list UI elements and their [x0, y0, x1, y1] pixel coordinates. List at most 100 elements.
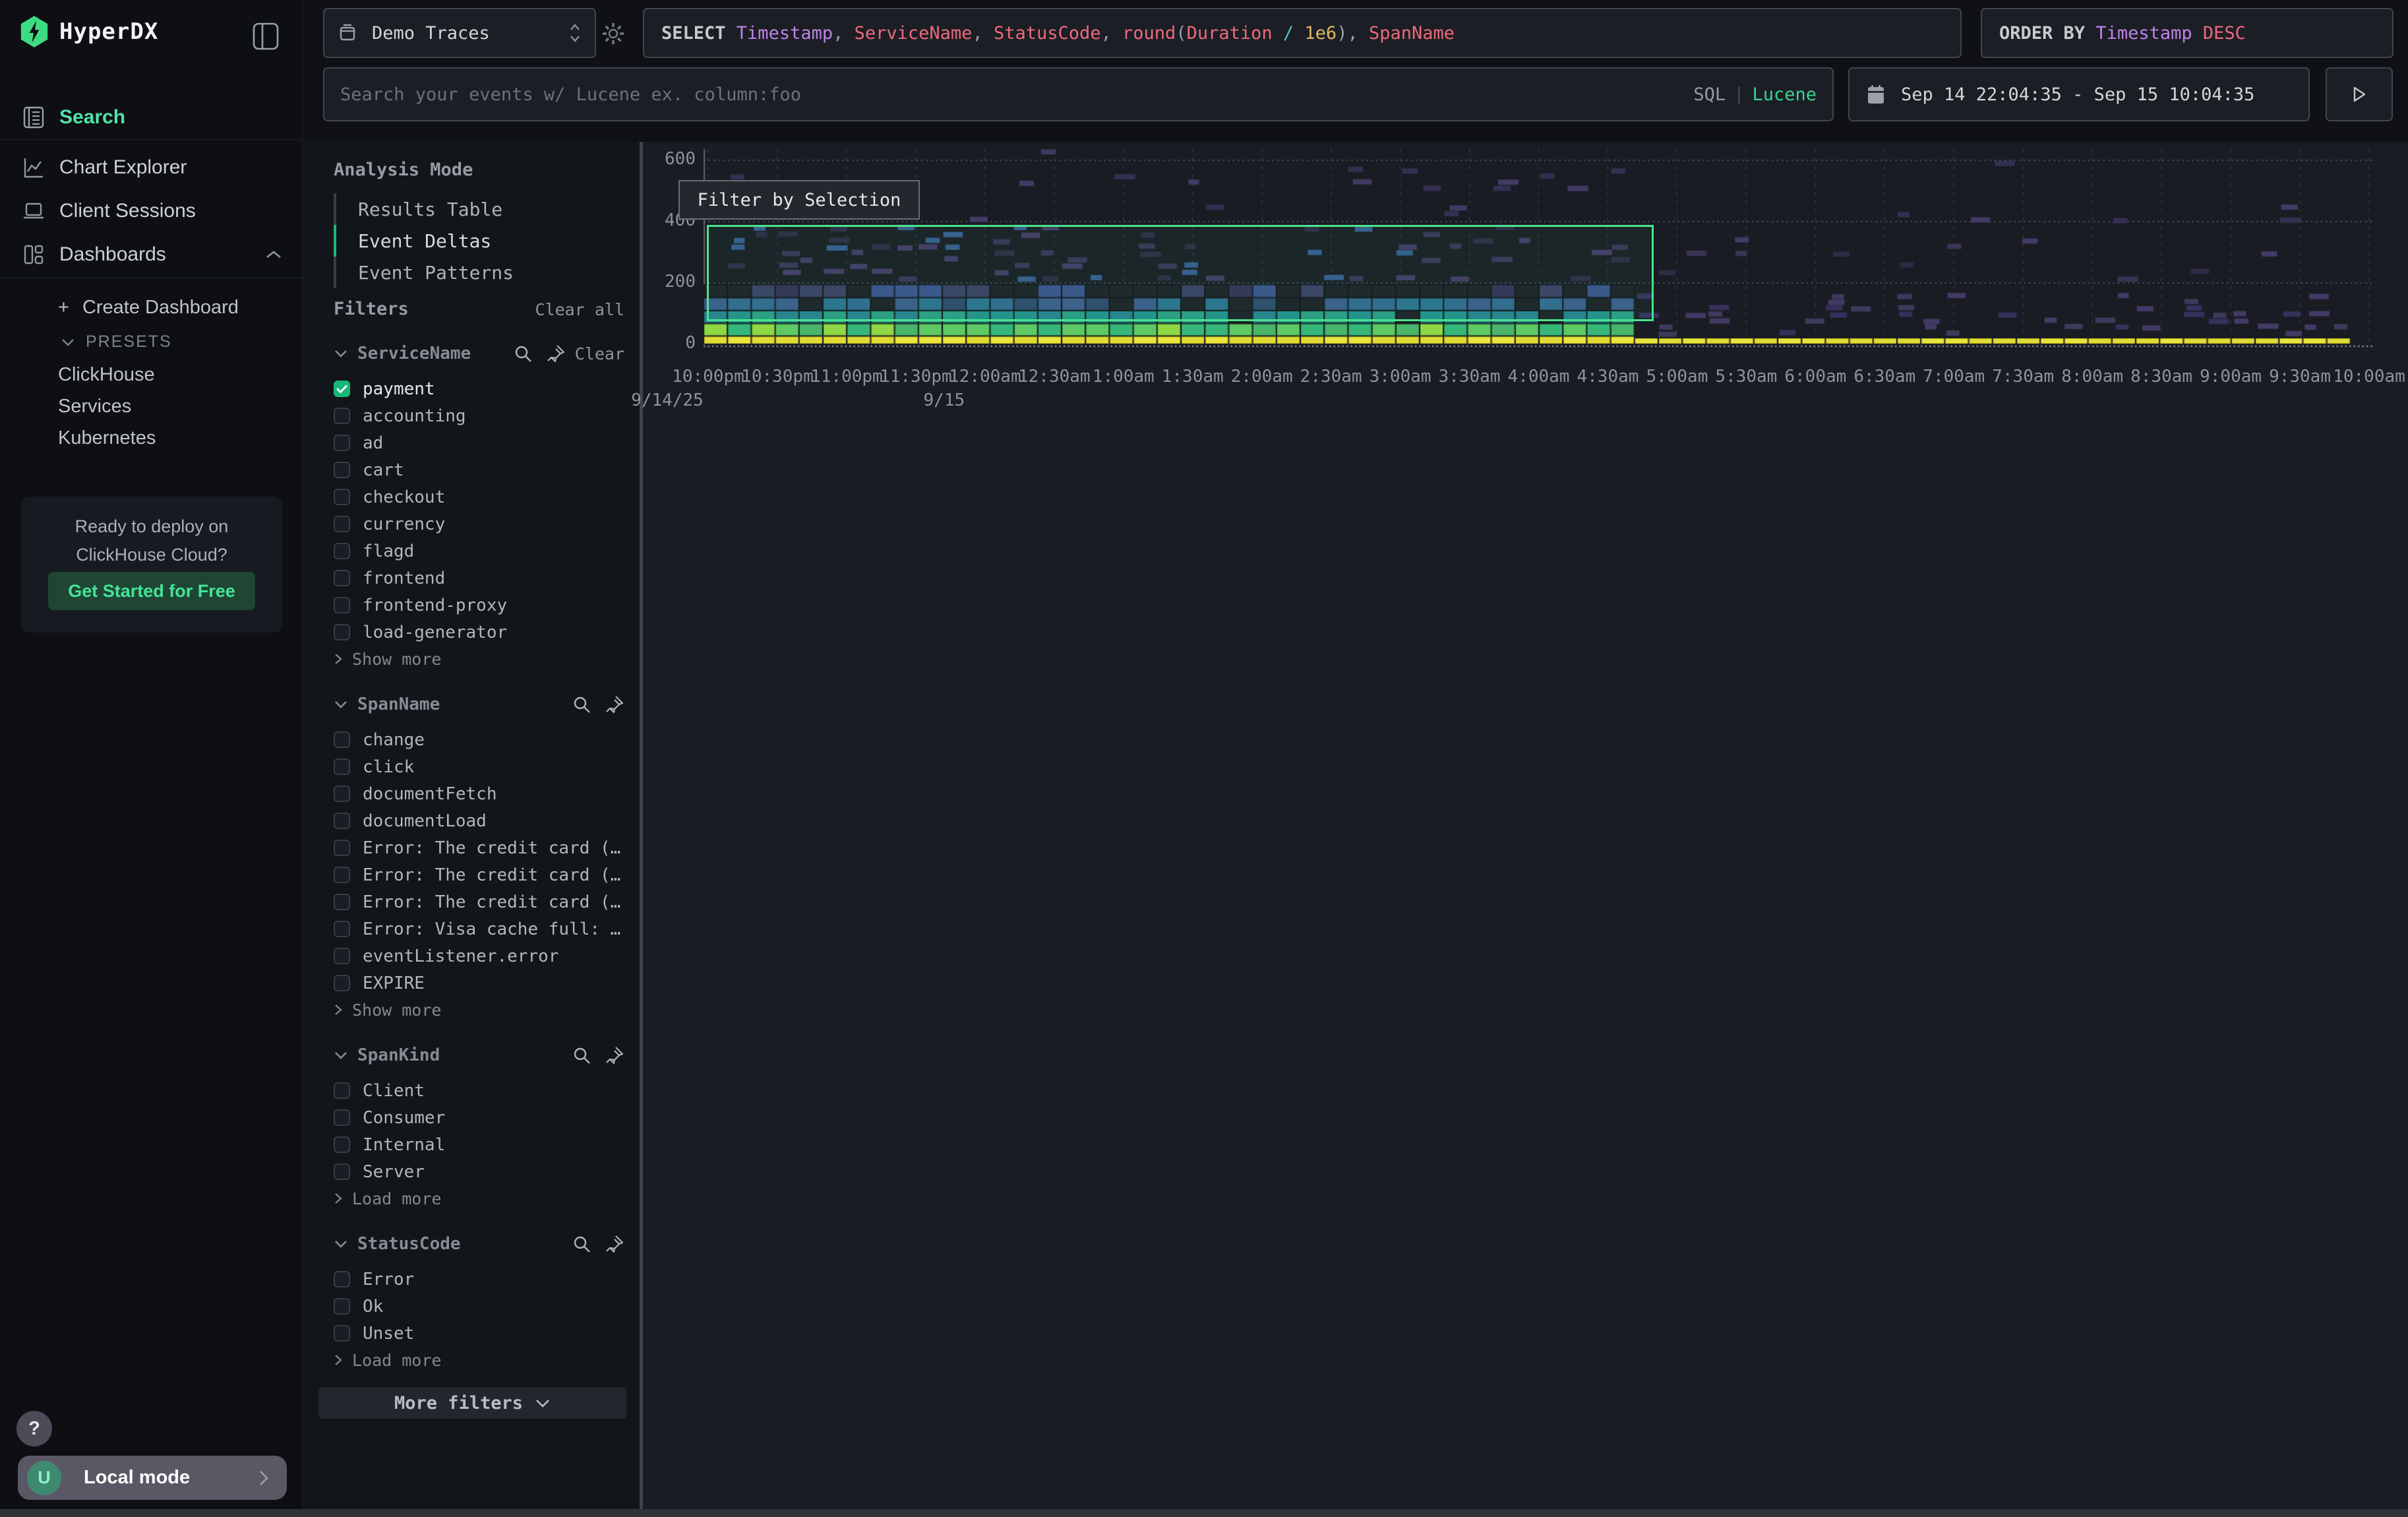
checkbox-unchecked[interactable] [334, 408, 350, 424]
checkbox-unchecked[interactable] [334, 975, 350, 991]
sql-select-editor[interactable]: SELECT Timestamp, ServiceName, StatusCod… [643, 8, 1962, 58]
checkbox-checked[interactable] [334, 381, 350, 397]
filter-option-eventlistener-error[interactable]: eventListener.error [334, 943, 624, 970]
chart-selection-rect[interactable] [707, 225, 1654, 321]
filter-option-accounting[interactable]: accounting [334, 402, 624, 429]
clear-all-button[interactable]: Clear all [535, 300, 624, 319]
sidebar-preset-clickhouse[interactable]: ClickHouse [58, 364, 155, 386]
filter-option-load-generator[interactable]: load-generator [334, 619, 624, 646]
filter-option-ad[interactable]: ad [334, 429, 624, 456]
checkbox-unchecked[interactable] [334, 1136, 350, 1153]
filter-option-currency[interactable]: currency [334, 511, 624, 538]
search-input[interactable]: Search your events w/ Lucene ex. column:… [323, 67, 1834, 121]
checkbox-unchecked[interactable] [334, 543, 350, 559]
sidebar-item-dashboards[interactable]: Dashboards [0, 236, 302, 273]
search-icon[interactable] [572, 1045, 591, 1065]
sidebar-item-search[interactable]: Search [0, 99, 302, 136]
filter-group-title[interactable]: SpanKind [357, 1045, 562, 1065]
get-started-button[interactable]: Get Started for Free [48, 572, 255, 610]
horizontal-scrollbar[interactable] [0, 1509, 2408, 1517]
lang-toggle-lucene[interactable]: Lucene [1752, 84, 1817, 105]
checkbox-unchecked[interactable] [334, 840, 350, 856]
filter-option-internal[interactable]: Internal [334, 1131, 624, 1158]
chevron-down-icon[interactable] [334, 1051, 348, 1060]
search-icon[interactable] [572, 1234, 591, 1254]
show-more-button[interactable]: Show more [334, 997, 624, 1023]
checkbox-unchecked[interactable] [334, 867, 350, 883]
filter-option-flagd[interactable]: flagd [334, 538, 624, 565]
filter-option-frontend[interactable]: frontend [334, 565, 624, 592]
checkbox-unchecked[interactable] [334, 921, 350, 937]
filter-option-client[interactable]: Client [334, 1077, 624, 1104]
checkbox-unchecked[interactable] [334, 758, 350, 775]
checkbox-unchecked[interactable] [334, 1082, 350, 1099]
sidebar-item-chart-explorer[interactable]: Chart Explorer [0, 149, 302, 186]
checkbox-unchecked[interactable] [334, 435, 350, 451]
filter-option-error-visa-cache-full-[interactable]: Error: Visa cache full: … [334, 915, 624, 943]
gear-icon[interactable] [601, 21, 626, 46]
filter-option-server[interactable]: Server [334, 1158, 624, 1185]
checkbox-unchecked[interactable] [334, 948, 350, 964]
pin-icon[interactable] [546, 344, 566, 363]
analysis-mode-results-table[interactable]: Results Table [334, 193, 624, 225]
sidebar-item-client-sessions[interactable]: Client Sessions [0, 193, 302, 230]
presets-toggle[interactable]: PRESETS [61, 332, 172, 352]
sidebar-preset-services[interactable]: Services [58, 396, 131, 418]
filter-option-expire[interactable]: EXPIRE [334, 970, 624, 997]
load-more-button[interactable]: Load more [334, 1185, 624, 1212]
lang-toggle-sql[interactable]: SQL [1693, 84, 1726, 105]
filter-group-title[interactable]: ServiceName [357, 344, 504, 363]
filter-option-payment[interactable]: payment [334, 375, 624, 402]
filter-option-frontend-proxy[interactable]: frontend-proxy [334, 592, 624, 619]
filter-option-documentload[interactable]: documentLoad [334, 807, 624, 834]
analysis-mode-event-deltas[interactable]: Event Deltas [334, 225, 624, 257]
filter-group-title[interactable]: SpanName [357, 695, 562, 714]
filter-option-error[interactable]: Error [334, 1266, 624, 1293]
source-select[interactable]: Demo Traces [323, 8, 596, 58]
checkbox-unchecked[interactable] [334, 570, 350, 586]
checkbox-unchecked[interactable] [334, 731, 350, 748]
create-dashboard-button[interactable]: +Create Dashboard [58, 297, 239, 319]
help-button[interactable]: ? [16, 1411, 52, 1446]
pin-icon[interactable] [605, 1045, 624, 1065]
checkbox-unchecked[interactable] [334, 786, 350, 802]
sidebar-preset-kubernetes[interactable]: Kubernetes [58, 427, 156, 449]
sidebar-collapse-icon[interactable] [253, 22, 279, 50]
checkbox-unchecked[interactable] [334, 1163, 350, 1180]
app-logo[interactable]: HyperDX [20, 16, 158, 47]
filter-option-error-the-credit-card-[interactable]: Error: The credit card (… [334, 888, 624, 915]
filter-by-selection-button[interactable]: Filter by Selection [678, 180, 920, 220]
chevron-down-icon[interactable] [334, 349, 348, 358]
checkbox-unchecked[interactable] [334, 813, 350, 829]
run-query-button[interactable] [2326, 67, 2393, 121]
search-icon[interactable] [572, 695, 591, 714]
filter-option-checkout[interactable]: checkout [334, 483, 624, 511]
filter-option-click[interactable]: click [334, 753, 624, 780]
filter-option-documentfetch[interactable]: documentFetch [334, 780, 624, 807]
filter-option-cart[interactable]: cart [334, 456, 624, 483]
filter-group-title[interactable]: StatusCode [357, 1234, 562, 1254]
clear-group-button[interactable]: Clear [575, 344, 624, 363]
checkbox-unchecked[interactable] [334, 1325, 350, 1342]
analysis-mode-event-patterns[interactable]: Event Patterns [334, 257, 624, 288]
checkbox-unchecked[interactable] [334, 1109, 350, 1126]
checkbox-unchecked[interactable] [334, 1298, 350, 1315]
more-filters-button[interactable]: More filters [318, 1387, 626, 1419]
checkbox-unchecked[interactable] [334, 489, 350, 505]
filter-option-change[interactable]: change [334, 726, 624, 753]
time-range-picker[interactable]: Sep 14 22:04:35 - Sep 15 10:04:35 [1848, 67, 2310, 121]
chevron-down-icon[interactable] [334, 1239, 348, 1249]
checkbox-unchecked[interactable] [334, 894, 350, 910]
checkbox-unchecked[interactable] [334, 516, 350, 532]
filter-option-unset[interactable]: Unset [334, 1320, 624, 1347]
checkbox-unchecked[interactable] [334, 1271, 350, 1287]
checkbox-unchecked[interactable] [334, 462, 350, 478]
search-icon[interactable] [513, 344, 533, 363]
show-more-button[interactable]: Show more [334, 646, 624, 672]
chevron-down-icon[interactable] [334, 700, 348, 709]
pin-icon[interactable] [605, 1234, 624, 1254]
pin-icon[interactable] [605, 695, 624, 714]
filter-option-error-the-credit-card-[interactable]: Error: The credit card (… [334, 834, 624, 861]
order-by-editor[interactable]: ORDER BY Timestamp DESC [1981, 8, 2393, 58]
account-menu[interactable]: U Local mode [18, 1456, 287, 1500]
